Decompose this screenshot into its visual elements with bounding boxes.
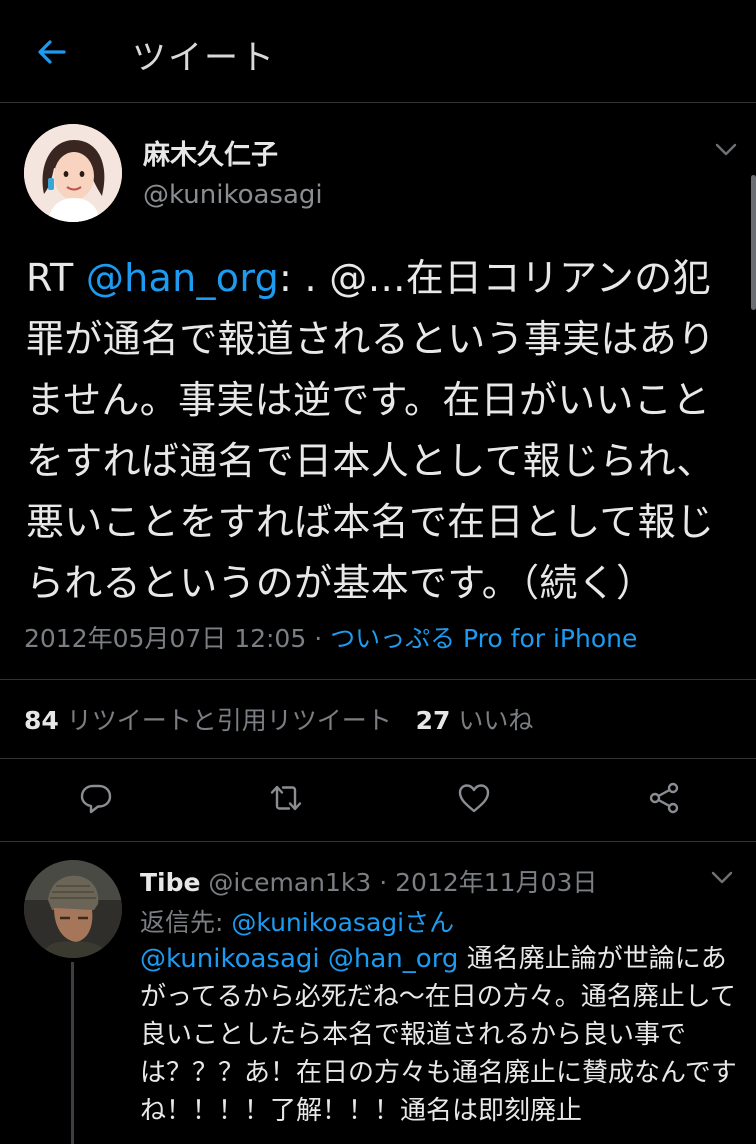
- share-icon[interactable]: [646, 780, 682, 816]
- reply-icon[interactable]: [78, 780, 114, 816]
- mention-link[interactable]: @kunikoasagi: [140, 944, 320, 974]
- page-title: ツイート: [132, 38, 276, 78]
- meta-separator: ·: [306, 624, 331, 653]
- reply-to-user[interactable]: @kunikoasagiさん: [231, 908, 454, 937]
- chevron-down-icon[interactable]: [710, 870, 734, 886]
- author-avatar[interactable]: [24, 124, 122, 222]
- retweet-icon[interactable]: [268, 780, 304, 816]
- back-arrow-icon[interactable]: [34, 34, 70, 70]
- source-link[interactable]: ついっぷる Pro for iPhone: [330, 624, 637, 653]
- reply-to-line: 返信先: @kunikoasagiさん: [140, 903, 454, 939]
- author-handle[interactable]: @kunikoasagi: [143, 180, 323, 210]
- like-count[interactable]: 27: [416, 706, 451, 735]
- divider: [0, 758, 756, 759]
- tweet-text-prefix: RT: [26, 256, 86, 300]
- engagement-counts: 84 リツイートと引用リツイート 27 いいね: [24, 701, 533, 737]
- divider: [0, 841, 756, 842]
- scrollbar[interactable]: [751, 175, 756, 310]
- retweet-count-label[interactable]: リツイートと引用リツイート: [67, 706, 392, 735]
- thread-line: [71, 962, 74, 1144]
- like-icon[interactable]: [456, 780, 492, 816]
- retweet-count[interactable]: 84: [24, 706, 59, 735]
- divider: [0, 679, 756, 680]
- mention-link[interactable]: @han_org: [86, 256, 279, 300]
- reply-handle-date[interactable]: @iceman1k3 · 2012年11月03日: [200, 868, 597, 897]
- chevron-down-icon[interactable]: [714, 142, 738, 158]
- reply-author-name[interactable]: Tibe: [140, 868, 200, 897]
- reply-text: @kunikoasagi @han_org 通名廃止論が世論にあがってるから必死…: [140, 940, 740, 1130]
- timestamp: 2012年05月07日 12:05: [24, 624, 307, 653]
- reply-header: Tibe @iceman1k3 · 2012年11月03日: [140, 863, 597, 899]
- author-name[interactable]: 麻木久仁子: [143, 133, 278, 172]
- tweet-text-body: : . @…在日コリアンの犯罪が通名で報道されるという事実はありません。事実は逆…: [26, 256, 716, 605]
- tweet-text: RT @han_org: . @…在日コリアンの犯罪が通名で報道されるという事実…: [26, 248, 726, 614]
- mention-link[interactable]: @han_org: [328, 944, 459, 974]
- reply-avatar[interactable]: [24, 860, 122, 958]
- like-count-label[interactable]: いいね: [458, 706, 533, 735]
- reply-to-label: 返信先:: [140, 908, 232, 937]
- top-bar: ツイート: [0, 0, 756, 103]
- tweet-meta: 2012年05月07日 12:05 · ついっぷる Pro for iPhone: [24, 619, 637, 655]
